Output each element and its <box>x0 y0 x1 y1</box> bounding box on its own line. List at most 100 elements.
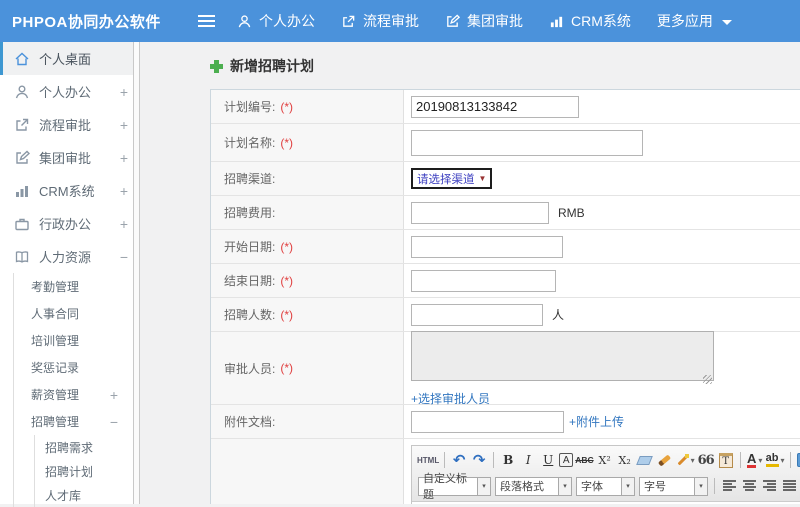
edit-icon <box>445 14 460 29</box>
form-row: 招聘人数:(*) 人 <box>211 298 800 332</box>
highlight-color-button[interactable]: ab▾ <box>766 451 785 470</box>
align-right-button[interactable] <box>760 477 778 496</box>
share-icon <box>341 14 356 29</box>
main-content: 新增招聘计划 计划编号:(*) 计划名称:(*) 招聘渠道: 请选择渠道 ▼ 招… <box>140 42 800 504</box>
sidebar-item-hr[interactable]: 人力资源 − <box>0 240 140 273</box>
italic-button[interactable]: I <box>519 451 537 470</box>
redo-button[interactable]: ↷ <box>470 451 488 470</box>
required-marker: (*) <box>280 136 293 150</box>
topnav-personal-office[interactable]: 个人办公 <box>237 11 315 31</box>
expand-icon[interactable]: − <box>110 414 118 430</box>
sidebar-item-personal-office[interactable]: 个人办公 + <box>0 75 140 108</box>
field-label: 结束日期: <box>224 272 275 289</box>
bold-button[interactable]: B <box>499 451 517 470</box>
topnav-more-apps[interactable]: 更多应用 <box>657 11 732 31</box>
topnav-group-approval[interactable]: 集团审批 <box>445 11 523 31</box>
attachment-input[interactable] <box>411 411 564 433</box>
sidebar-item-attendance[interactable]: 考勤管理 <box>14 273 140 300</box>
eraser-button[interactable] <box>636 451 654 470</box>
paragraph-format-select[interactable]: 段落格式▾ <box>495 477 572 496</box>
headcount-input[interactable] <box>411 304 543 326</box>
channel-select[interactable]: 请选择渠道 ▼ <box>411 168 492 189</box>
select-arrow-icon: ▼ <box>479 174 487 183</box>
user-icon <box>237 14 252 29</box>
source-code-button[interactable]: HTML <box>417 451 439 470</box>
caret-down-icon <box>722 20 732 25</box>
font-family-select[interactable]: 字体▾ <box>576 477 635 496</box>
sidebar-item-talent-pool[interactable]: 人才库 <box>35 483 140 507</box>
expand-icon[interactable]: + <box>120 150 128 166</box>
sidebar-item-hr-contract[interactable]: 人事合同 <box>14 300 140 327</box>
sidebar-item-recruit-demand[interactable]: 招聘需求 <box>35 435 140 459</box>
form-row: 招聘费用: RMB <box>211 196 800 230</box>
align-left-button[interactable] <box>720 477 738 496</box>
expand-icon[interactable]: + <box>120 216 128 232</box>
sidebar-item-group-approval[interactable]: 集团审批 + <box>0 141 140 174</box>
sidebar-item-admin-office[interactable]: 行政办公 + <box>0 207 140 240</box>
sidebar-item-desktop[interactable]: 个人桌面 <box>0 42 140 75</box>
justify-button[interactable] <box>780 477 798 496</box>
field-label: 招聘费用: <box>224 204 275 221</box>
field-label: 招聘人数: <box>224 306 275 323</box>
editor-toolbar: HTML ↶ ↷ B I U A ABC X² X₂ <box>412 446 800 502</box>
strikethrough-button[interactable]: ABC <box>575 451 593 470</box>
sidebar-item-rewards[interactable]: 奖惩记录 <box>14 354 140 381</box>
align-center-icon <box>743 480 756 492</box>
approvers-textarea[interactable] <box>411 331 714 381</box>
sidebar: 个人桌面 个人办公 + 流程审批 + 集团审批 + CRM系统 + 行政办公 +… <box>0 42 140 504</box>
end-date-input[interactable] <box>411 270 556 292</box>
blockquote-button[interactable]: 66 <box>697 451 715 470</box>
recruit-cost-input[interactable] <box>411 202 549 224</box>
custom-heading-select[interactable]: 自定义标题▾ <box>418 477 491 496</box>
format-painter-button[interactable]: ▾ <box>676 451 695 470</box>
sidebar-item-crm[interactable]: CRM系统 + <box>0 174 140 207</box>
expand-icon[interactable]: + <box>120 183 128 199</box>
sidebar-item-salary[interactable]: 薪资管理 + <box>14 381 140 408</box>
sidebar-item-recruit-plan[interactable]: 招聘计划 <box>35 459 140 483</box>
expand-icon[interactable]: + <box>120 117 128 133</box>
home-icon <box>14 51 30 67</box>
sidebar-item-training[interactable]: 培训管理 <box>14 327 140 354</box>
resize-handle-icon[interactable] <box>703 375 712 384</box>
font-color-button[interactable]: A▾ <box>746 451 764 470</box>
sidebar-scrollbar[interactable] <box>133 42 140 504</box>
format-a-button[interactable]: A <box>559 453 573 467</box>
user-icon <box>14 84 30 100</box>
sidebar-item-recruit-mgmt[interactable]: 招聘管理 − <box>14 408 140 435</box>
plan-name-input[interactable] <box>411 130 643 156</box>
superscript-button[interactable]: X² <box>596 451 614 470</box>
topbar: PHPOA协同办公软件 个人办公 流程审批 集团审批 CRM系统 更多应用 <box>0 0 800 42</box>
paste-text-button[interactable]: T <box>717 451 735 470</box>
rich-text-editor: HTML ↶ ↷ B I U A ABC X² X₂ <box>411 445 800 504</box>
required-marker: (*) <box>280 100 293 114</box>
recruit-plan-form: 计划编号:(*) 计划名称:(*) 招聘渠道: 请选择渠道 ▼ 招聘费用: RM… <box>210 89 800 504</box>
briefcase-icon <box>14 216 30 232</box>
expand-icon[interactable]: + <box>110 387 118 403</box>
chart-icon <box>549 14 564 29</box>
topnav-workflow-approval[interactable]: 流程审批 <box>341 11 419 31</box>
topnav-crm[interactable]: CRM系统 <box>549 11 631 31</box>
clear-format-button[interactable] <box>656 451 674 470</box>
font-size-select[interactable]: 字号▾ <box>639 477 708 496</box>
plan-number-input[interactable] <box>411 96 579 118</box>
align-right-icon <box>763 480 776 492</box>
expand-icon[interactable]: + <box>120 84 128 100</box>
page-title: 新增招聘计划 <box>210 56 800 76</box>
align-center-button[interactable] <box>740 477 758 496</box>
field-label: 计划编号: <box>224 98 275 115</box>
hamburger-icon[interactable] <box>198 15 215 27</box>
chart-icon <box>14 183 30 199</box>
attachment-upload-link[interactable]: +附件上传 <box>569 413 624 430</box>
form-row: 结束日期:(*) <box>211 264 800 298</box>
edit-icon <box>14 150 30 166</box>
subscript-button[interactable]: X₂ <box>616 451 634 470</box>
undo-button[interactable]: ↶ <box>450 451 468 470</box>
underline-button[interactable]: U <box>539 451 557 470</box>
app-logo[interactable]: PHPOA协同办公软件 <box>12 11 190 32</box>
sidebar-item-workflow-approval[interactable]: 流程审批 + <box>0 108 140 141</box>
start-date-input[interactable] <box>411 236 563 258</box>
insert-image-button[interactable] <box>796 451 800 470</box>
expand-icon[interactable]: − <box>120 249 128 265</box>
unit-label: 人 <box>552 306 564 323</box>
form-row: 附件文档: +附件上传 <box>211 405 800 439</box>
